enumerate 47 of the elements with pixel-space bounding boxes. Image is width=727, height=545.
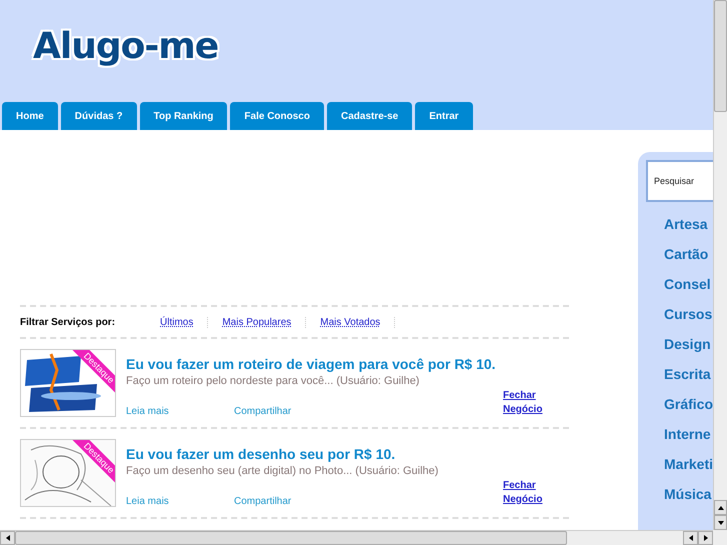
- left-arrow-icon: [688, 535, 694, 541]
- left-arrow-icon: [4, 535, 10, 541]
- filter-link[interactable]: Últimos: [160, 316, 208, 328]
- scroll-right-button[interactable]: [698, 531, 713, 545]
- share-link[interactable]: Compartilhar: [234, 496, 342, 506]
- category-link[interactable]: Marketi: [664, 456, 713, 472]
- share-link[interactable]: Compartilhar: [234, 406, 342, 416]
- nav-tab[interactable]: Dúvidas ?: [60, 102, 137, 130]
- category-link[interactable]: Interne: [664, 426, 713, 442]
- service-title[interactable]: Eu vou fazer um desenho seu por R$ 10.: [126, 446, 569, 462]
- nav-tab[interactable]: Fale Conosco: [230, 102, 324, 130]
- service-description: Faço um roteiro pelo nordeste para você... (Usuário: Guilhe): [126, 374, 420, 386]
- filter-link[interactable]: Mais Populares: [222, 316, 306, 328]
- scroll-left-button[interactable]: [0, 531, 15, 545]
- category-link[interactable]: Cursos: [664, 306, 713, 322]
- scroll-left-button[interactable]: [683, 531, 698, 545]
- close-deal-link[interactable]: Fechar Negócio: [503, 478, 543, 506]
- scroll-down-button[interactable]: [714, 515, 727, 530]
- category-link[interactable]: Artesa: [664, 216, 713, 232]
- right-arrow-icon: [702, 535, 708, 541]
- category-link[interactable]: Gráfico: [664, 396, 713, 412]
- close-deal-link[interactable]: Fechar Negócio: [503, 388, 543, 416]
- nav-tab[interactable]: Entrar: [415, 102, 473, 130]
- nav-tab[interactable]: Home: [2, 102, 58, 130]
- scrollbar-thumb[interactable]: [714, 0, 727, 112]
- filter-link[interactable]: Mais Votados: [320, 316, 396, 328]
- read-more-link[interactable]: Leia mais: [126, 496, 234, 506]
- search-field[interactable]: Pesquisar: [646, 160, 713, 202]
- vertical-scrollbar[interactable]: [713, 0, 727, 530]
- site-logo[interactable]: Alugo-me: [33, 24, 713, 70]
- down-arrow-icon: [718, 520, 724, 526]
- scrollbar-corner: [713, 530, 727, 545]
- category-link[interactable]: Consel: [664, 276, 713, 292]
- service-description: Faço um desenho seu (arte digital) no Photo... (Usuário: Guilhe): [126, 464, 440, 476]
- filter-label: Filtrar Serviços por:: [20, 316, 116, 328]
- nav-tab[interactable]: Top Ranking: [140, 102, 228, 130]
- up-arrow-icon: [718, 504, 724, 510]
- category-link[interactable]: Design: [664, 336, 713, 352]
- scrollbar-thumb[interactable]: [15, 531, 567, 545]
- scroll-up-button[interactable]: [714, 500, 727, 515]
- service-title[interactable]: Eu vou fazer um roteiro de viagem para você por R$ 10.: [126, 356, 569, 372]
- category-link[interactable]: Música: [664, 486, 713, 502]
- category-link[interactable]: Cartão: [664, 246, 713, 262]
- category-link[interactable]: Escrita: [664, 366, 713, 382]
- read-more-link[interactable]: Leia mais: [126, 406, 234, 416]
- horizontal-scrollbar[interactable]: [0, 530, 713, 545]
- nav-tab[interactable]: Cadastre-se: [326, 102, 412, 130]
